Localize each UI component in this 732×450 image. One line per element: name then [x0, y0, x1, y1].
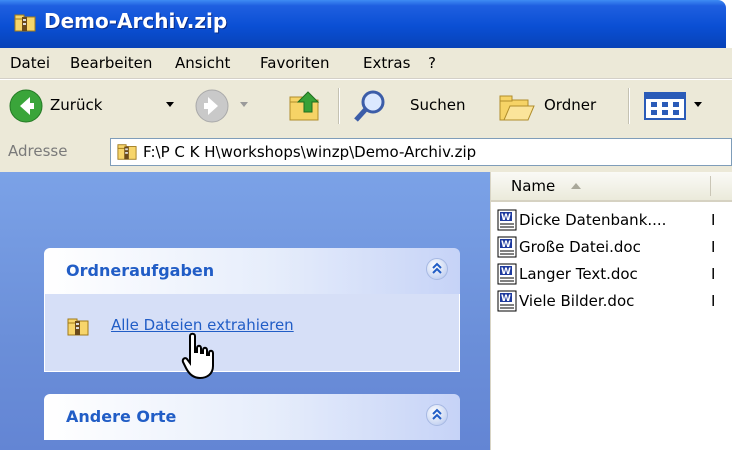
forward-dropdown-icon[interactable]	[240, 102, 248, 107]
file-name: Dicke Datenbank....	[519, 211, 667, 229]
toolbar-separator	[628, 88, 630, 124]
toolbar: Zurück Suchen Ordner	[0, 79, 732, 133]
folder-up-icon	[289, 91, 320, 121]
search-button[interactable]: Suchen	[346, 80, 476, 132]
menu-ansicht[interactable]: Ansicht	[175, 54, 230, 72]
file-name: Große Datei.doc	[519, 238, 641, 256]
back-button[interactable]: Zurück	[4, 80, 184, 132]
file-name: Langer Text.doc	[519, 265, 638, 283]
truncated-column-value: I	[711, 292, 716, 310]
truncated-column-value: I	[711, 211, 716, 229]
title-bar[interactable]: Demo-Archiv.zip	[0, 0, 726, 48]
menu-help[interactable]: ?	[428, 54, 436, 72]
forward-button[interactable]	[190, 80, 260, 132]
list-item[interactable]: W Viele Bilder.doc I	[497, 289, 732, 315]
word-doc-icon: W	[497, 236, 517, 258]
folders-button[interactable]: Ordner	[494, 80, 614, 132]
menu-bearbeiten[interactable]: Bearbeiten	[70, 54, 152, 72]
column-header-name[interactable]: Name	[491, 172, 732, 202]
word-doc-icon: W	[497, 209, 517, 231]
column-name-label: Name	[511, 177, 556, 195]
zip-folder-icon	[67, 318, 89, 336]
svg-text:W: W	[501, 213, 511, 223]
window-title: Demo-Archiv.zip	[44, 9, 228, 33]
back-label: Zurück	[50, 96, 103, 114]
address-value: F:\P C K H\workshops\winzp\Demo-Archiv.z…	[143, 143, 477, 161]
views-icon	[644, 92, 686, 120]
address-label: Adresse	[8, 142, 68, 160]
chevron-up-icon	[432, 408, 442, 420]
word-doc-icon: W	[497, 290, 517, 312]
zip-folder-icon	[14, 14, 36, 32]
folders-icon	[499, 95, 535, 121]
folder-tasks-body: Alle Dateien extrahieren	[44, 294, 460, 372]
folder-tasks-header[interactable]: Ordneraufgaben	[44, 248, 460, 294]
folder-tasks-title: Ordneraufgaben	[66, 261, 215, 280]
list-item[interactable]: W Große Datei.doc I	[497, 235, 732, 261]
explorer-window: Demo-Archiv.zip Datei Bearbeiten Ansicht…	[0, 0, 732, 450]
svg-text:W: W	[501, 267, 511, 277]
up-button[interactable]	[282, 80, 328, 132]
menu-extras[interactable]: Extras	[363, 54, 410, 72]
collapse-button[interactable]	[426, 404, 448, 426]
file-list: Name W Dicke Datenbank.... I W Große Dat…	[490, 172, 732, 450]
views-button[interactable]	[638, 80, 708, 132]
column-divider[interactable]	[710, 176, 711, 196]
svg-text:W: W	[501, 240, 511, 250]
other-places-title: Andere Orte	[66, 407, 177, 426]
views-dropdown-icon[interactable]	[694, 102, 702, 107]
search-label: Suchen	[410, 96, 466, 114]
svg-text:W: W	[501, 294, 511, 304]
zip-folder-icon	[117, 144, 137, 160]
file-name: Viele Bilder.doc	[519, 292, 635, 310]
address-field[interactable]: F:\P C K H\workshops\winzp\Demo-Archiv.z…	[110, 138, 732, 166]
address-bar: Adresse F:\P C K H\workshops\winzp\Demo-…	[0, 132, 732, 173]
truncated-column-value: I	[711, 238, 716, 256]
task-pane: Ordneraufgaben Alle Dateien extrahieren	[0, 172, 490, 450]
back-dropdown-icon[interactable]	[166, 102, 174, 107]
folders-label: Ordner	[544, 96, 597, 114]
menu-favoriten[interactable]: Favoriten	[260, 54, 329, 72]
truncated-column-value: I	[711, 265, 716, 283]
other-places-header[interactable]: Andere Orte	[44, 394, 460, 440]
magnifier-icon	[354, 90, 385, 122]
toolbar-separator	[338, 88, 340, 124]
list-item[interactable]: W Langer Text.doc I	[497, 262, 732, 288]
back-arrow-icon	[9, 89, 43, 123]
chevron-up-icon	[432, 262, 442, 274]
word-doc-icon: W	[497, 263, 517, 285]
collapse-button[interactable]	[426, 258, 448, 280]
list-item[interactable]: W Dicke Datenbank.... I	[497, 208, 732, 234]
hand-cursor-icon	[181, 332, 214, 380]
sort-ascending-icon	[571, 183, 581, 189]
forward-arrow-icon	[195, 89, 229, 123]
menu-bar: Datei Bearbeiten Ansicht Favoriten Extra…	[0, 48, 732, 79]
menu-datei[interactable]: Datei	[10, 54, 50, 72]
